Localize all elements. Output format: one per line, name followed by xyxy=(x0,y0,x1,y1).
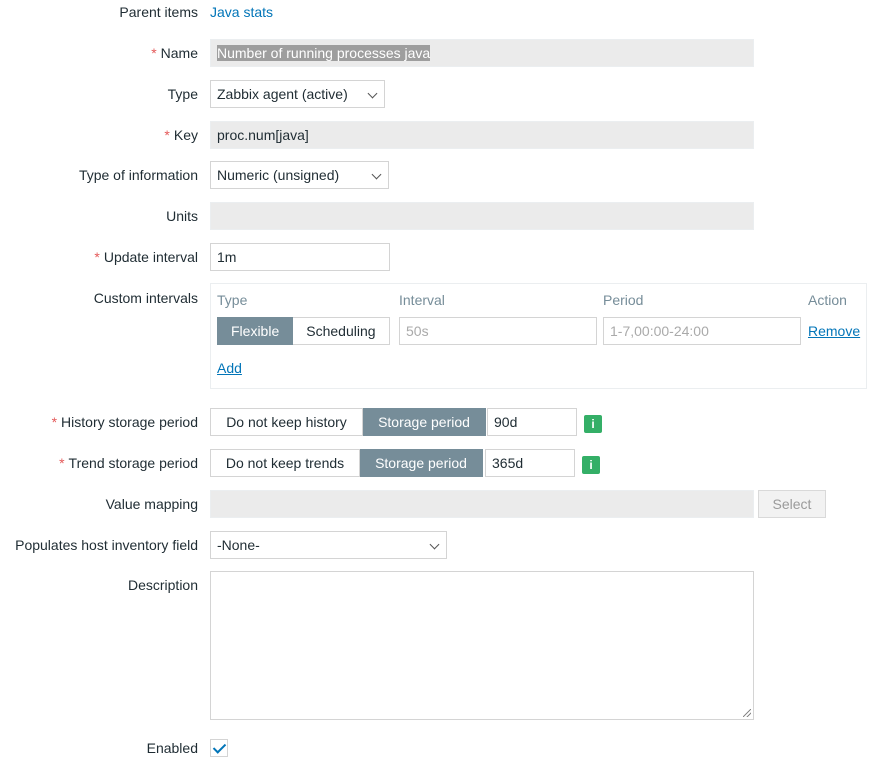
name-label: * Name xyxy=(151,45,198,61)
custom-intervals-label: Custom intervals xyxy=(93,290,198,306)
value-mapping-label: Value mapping xyxy=(105,496,198,512)
required-marker: * xyxy=(59,455,65,471)
name-field[interactable]: Number of running processes java xyxy=(210,39,754,67)
description-textarea[interactable] xyxy=(210,571,754,720)
resize-handle-icon[interactable] xyxy=(743,709,751,717)
chevron-down-icon xyxy=(371,169,382,180)
units-label: Units xyxy=(166,208,198,224)
ci-type-toggle: Flexible Scheduling xyxy=(217,317,390,345)
description-label: Description xyxy=(127,577,198,593)
name-value: Number of running processes java xyxy=(217,45,431,61)
value-mapping-select-button[interactable]: Select xyxy=(758,490,826,518)
inventory-field-label: Populates host inventory field xyxy=(15,537,198,553)
do-not-keep-trends-option[interactable]: Do not keep trends xyxy=(210,449,360,477)
chevron-down-icon xyxy=(367,88,378,99)
key-field[interactable]: proc.num[java] xyxy=(210,121,754,149)
history-storage-input[interactable]: 90d xyxy=(487,408,577,436)
enabled-label: Enabled xyxy=(146,740,198,756)
enabled-checkbox[interactable] xyxy=(210,739,228,757)
ci-period-input[interactable]: 1-7,00:00-24:00 xyxy=(603,317,801,345)
type-of-information-label: Type of information xyxy=(78,167,198,183)
history-storage-toggle: Do not keep history Storage period xyxy=(210,408,486,436)
chevron-down-icon xyxy=(429,539,440,550)
ci-interval-input[interactable]: 50s xyxy=(399,317,597,345)
trend-storage-period-option[interactable]: Storage period xyxy=(360,449,483,477)
history-storage-period-option[interactable]: Storage period xyxy=(363,408,486,436)
units-field[interactable] xyxy=(210,202,754,230)
ci-header-type: Type xyxy=(217,292,248,308)
required-marker: * xyxy=(94,249,100,265)
do-not-keep-history-option[interactable]: Do not keep history xyxy=(210,408,363,436)
value-mapping-field xyxy=(210,490,754,518)
ci-remove-link[interactable]: Remove xyxy=(808,322,860,340)
history-storage-label: * History storage period xyxy=(51,414,198,430)
update-interval-label: * Update interval xyxy=(94,249,198,265)
info-icon[interactable]: i xyxy=(582,456,600,474)
trend-storage-input[interactable]: 365d xyxy=(485,449,575,477)
key-label: * Key xyxy=(164,127,198,143)
ci-header-interval: Interval xyxy=(399,292,445,308)
flexible-option[interactable]: Flexible xyxy=(217,317,294,345)
inventory-field-select[interactable]: -None- xyxy=(210,531,447,559)
type-select[interactable]: Zabbix agent (active) xyxy=(210,80,385,108)
trend-storage-label: * Trend storage period xyxy=(59,455,198,471)
info-icon[interactable]: i xyxy=(584,415,602,433)
required-marker: * xyxy=(164,127,170,143)
trend-storage-toggle: Do not keep trends Storage period xyxy=(210,449,483,477)
parent-items-label: Parent items xyxy=(119,4,198,20)
ci-add-link[interactable]: Add xyxy=(217,359,242,377)
update-interval-input[interactable]: 1m xyxy=(210,243,390,271)
ci-header-period: Period xyxy=(603,292,644,308)
type-of-information-select[interactable]: Numeric (unsigned) xyxy=(210,161,389,189)
required-marker: * xyxy=(51,414,58,430)
scheduling-option[interactable]: Scheduling xyxy=(293,317,390,345)
ci-header-action: Action xyxy=(808,292,847,308)
parent-item-link[interactable]: Java stats xyxy=(210,3,273,21)
required-marker: * xyxy=(151,45,157,61)
type-label: Type xyxy=(167,86,198,102)
